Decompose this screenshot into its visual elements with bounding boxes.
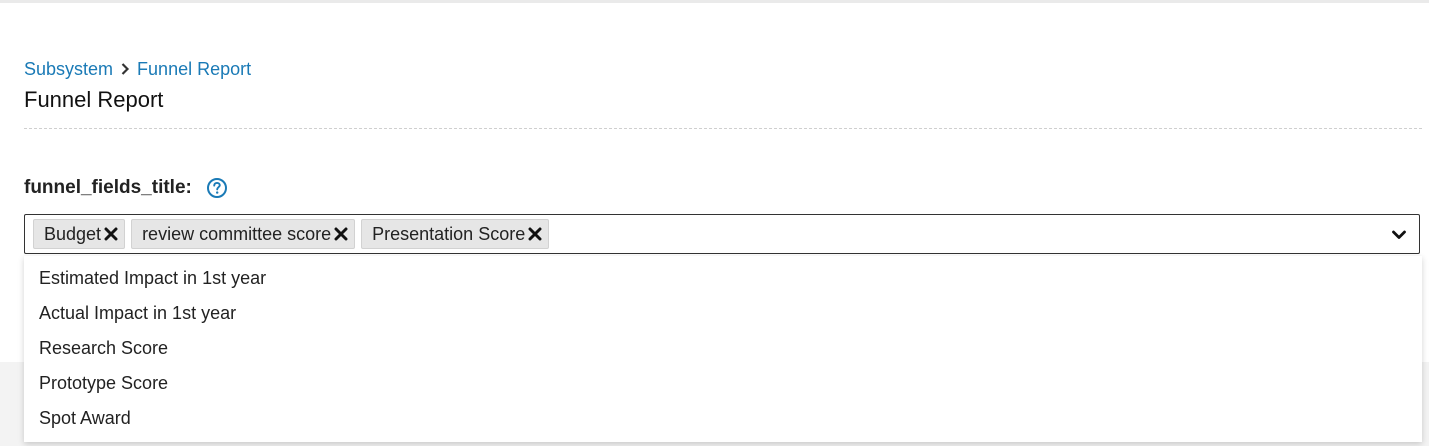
question-circle-icon[interactable] [206,177,228,199]
breadcrumb-link-subsystem[interactable]: Subsystem [24,59,113,80]
breadcrumb-link-funnel-report[interactable]: Funnel Report [137,59,251,80]
dropdown-menu: Estimated Impact in 1st year Actual Impa… [24,256,1422,442]
chip-label: Budget [44,223,102,244]
divider [24,128,1422,129]
chevron-down-icon[interactable] [1391,227,1407,243]
field-label: funnel_fields_title: [24,176,228,200]
selected-chip-review-committee-score: review committee score [131,219,356,249]
chip-label: review committee score [142,223,332,244]
close-icon[interactable] [528,227,542,241]
top-strip [0,0,1429,3]
selected-chip-budget: Budget [33,219,126,249]
multi-select-field[interactable]: Budget review committee score Presentati… [24,214,1420,254]
dropdown-option[interactable]: Prototype Score [24,366,1422,401]
selected-chip-presentation-score: Presentation Score [361,219,550,249]
dropdown-option[interactable]: Actual Impact in 1st year [24,296,1422,331]
chip-label: Presentation Score [372,223,526,244]
dropdown-option[interactable]: Research Score [24,331,1422,366]
dropdown-option[interactable]: Estimated Impact in 1st year [24,261,1422,296]
field-label-text: funnel_fields_title: [24,177,192,198]
close-icon[interactable] [104,227,118,241]
page-title: Funnel Report [24,87,164,112]
chevron-right-icon [117,61,133,77]
breadcrumb: Subsystem Funnel Report [24,58,251,80]
close-icon[interactable] [334,227,348,241]
dropdown-option[interactable]: Spot Award [24,401,1422,436]
